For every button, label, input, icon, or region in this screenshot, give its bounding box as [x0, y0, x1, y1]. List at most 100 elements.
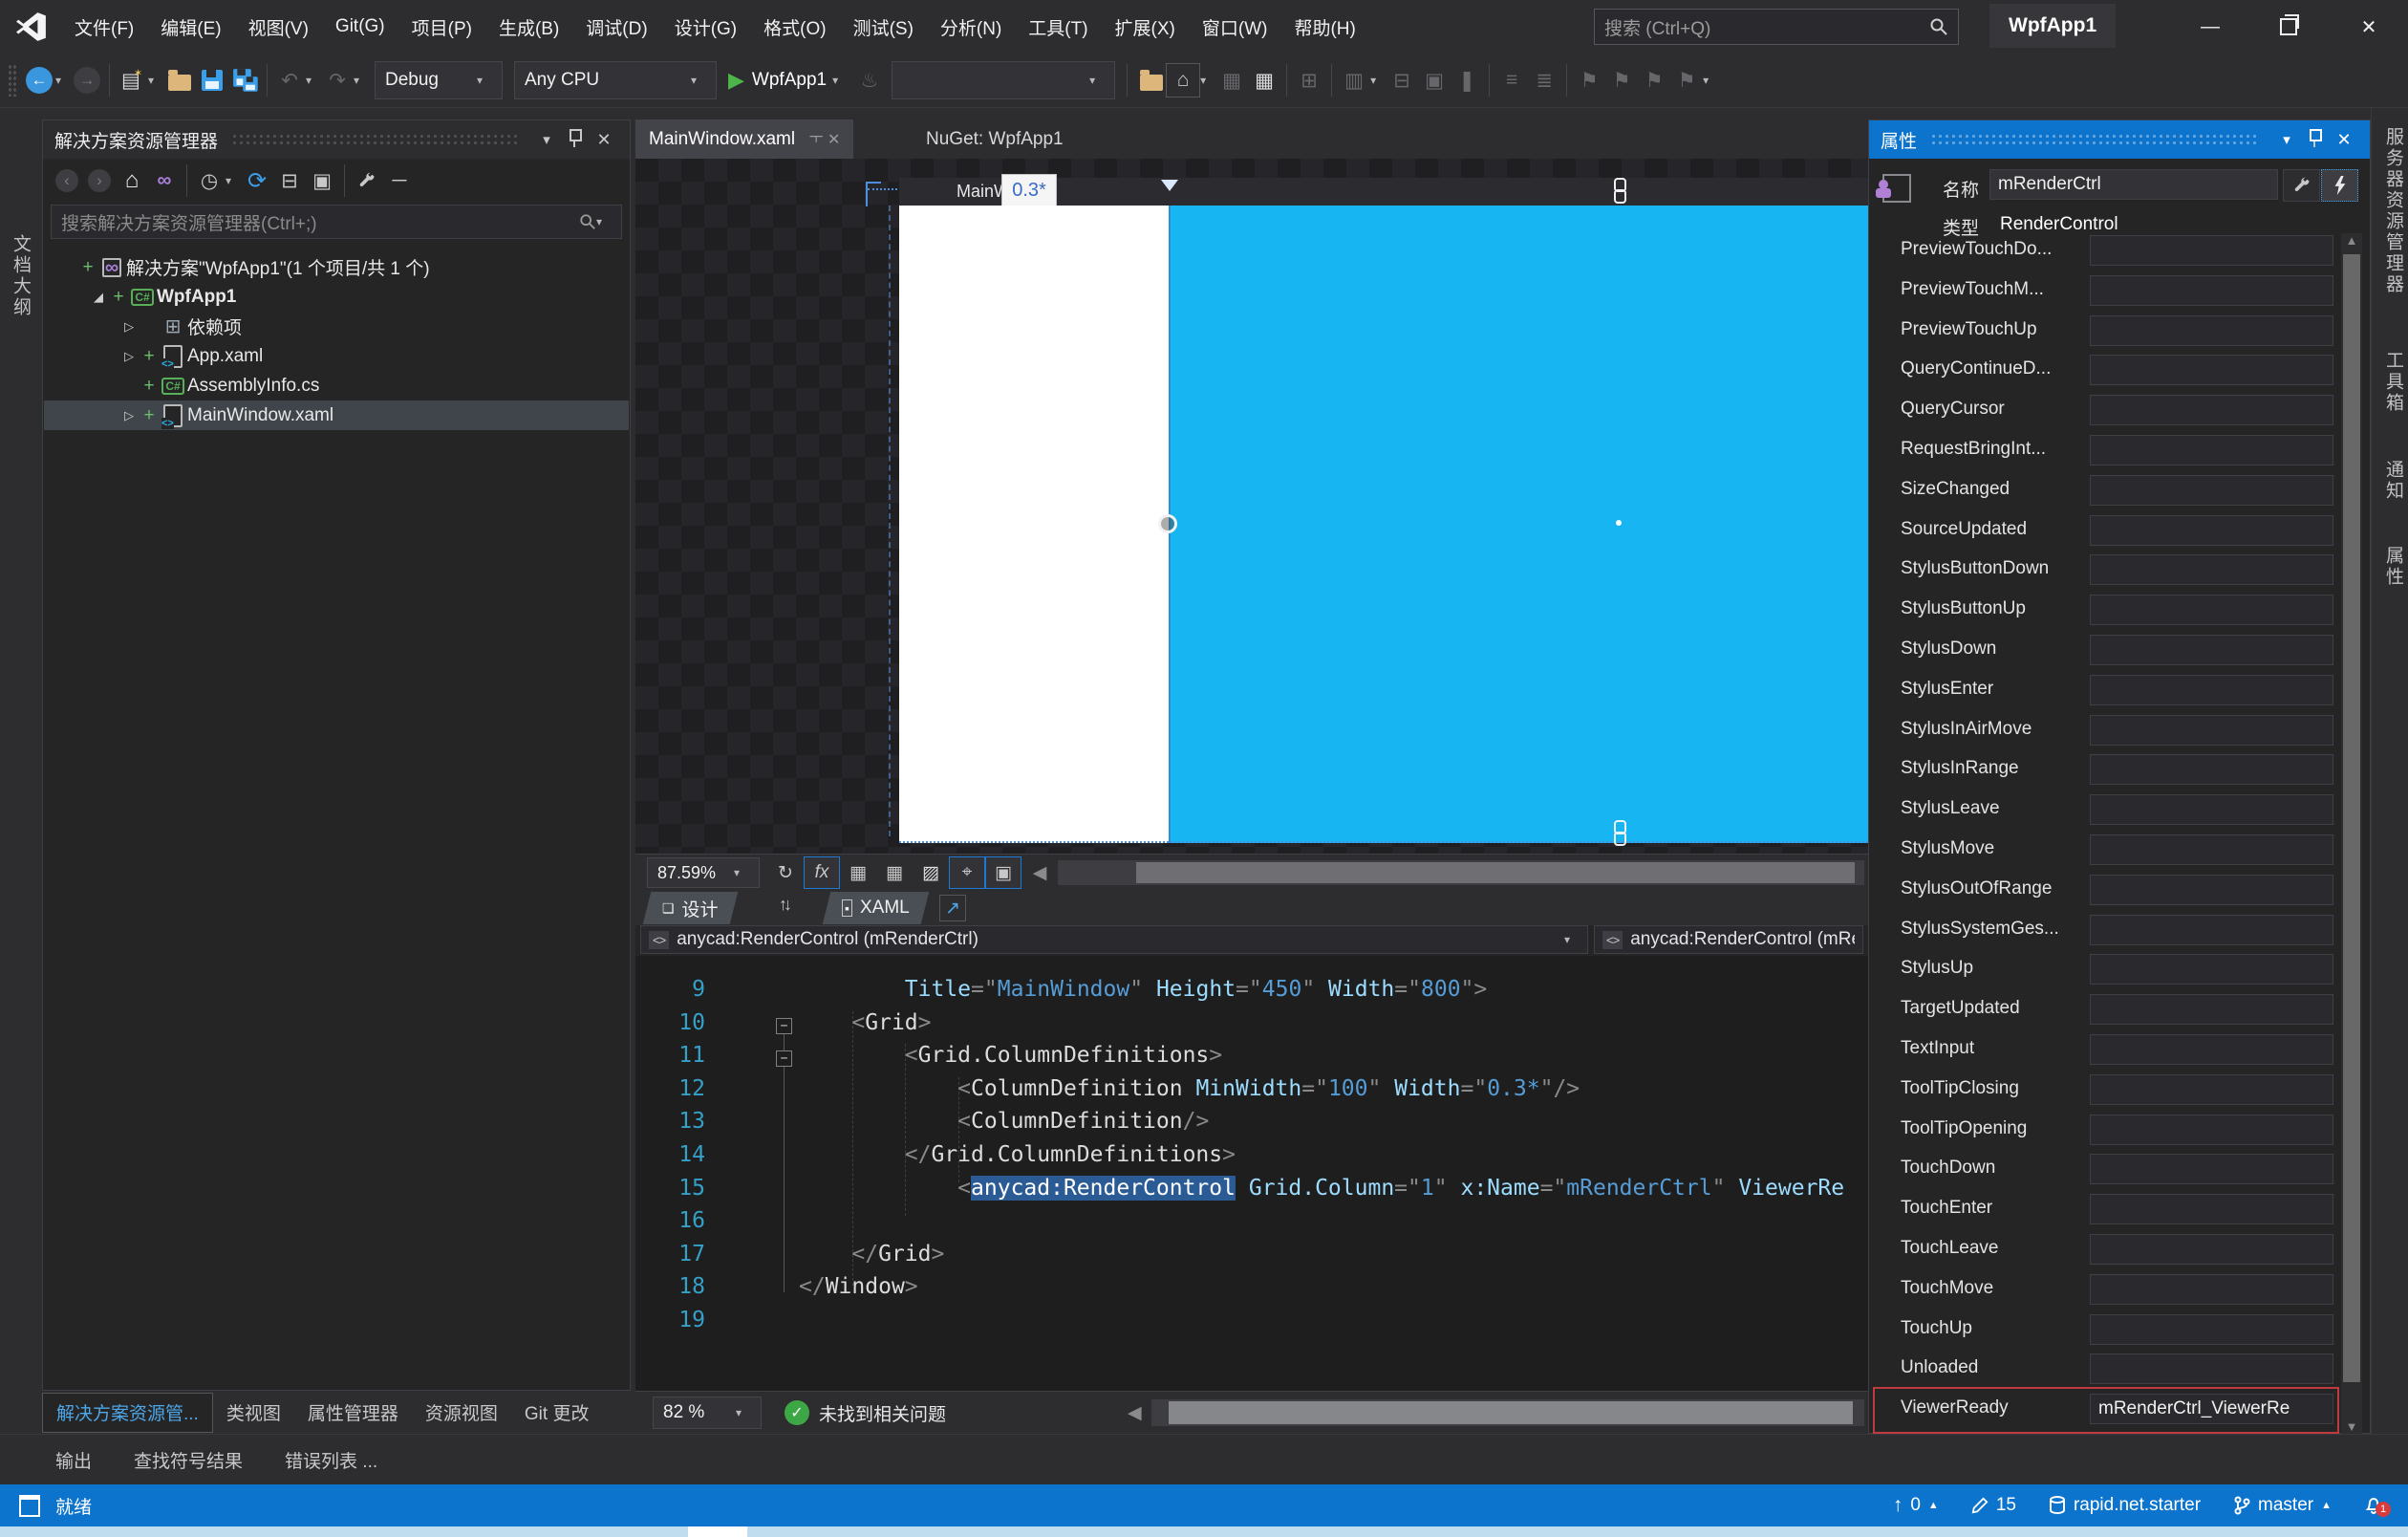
event-handler-input[interactable] [2090, 1074, 2333, 1105]
menu-item[interactable]: 调试(D) [572, 14, 660, 40]
properties-scrollbar[interactable]: ▲ ▼ [2341, 233, 2362, 1434]
right-dock-tab[interactable]: 服务器资源管理器 [2380, 127, 2406, 295]
tree-item[interactable]: ▷+<>MainWindow.xaml [44, 400, 629, 430]
import-grid-icon[interactable]: ▦ [1215, 64, 1248, 97]
solution-explorer-search-input[interactable]: 搜索解决方案资源管理器(Ctrl+;) ▾ [51, 205, 622, 239]
event-handler-input[interactable] [2090, 275, 2333, 306]
xaml-designer-dropdown[interactable]: ▾ [1200, 74, 1215, 87]
event-handler-input[interactable] [2090, 315, 2333, 346]
menu-item[interactable]: 编辑(E) [147, 14, 234, 40]
bottom-anchor-icon[interactable] [1612, 820, 1625, 847]
pin-icon[interactable] [561, 132, 590, 148]
redo-dropdown[interactable]: ▾ [354, 74, 369, 87]
new-file-icon[interactable]: ▤✶ [116, 64, 148, 97]
hscroll-left-icon[interactable]: ◀ [1128, 1402, 1142, 1424]
right-dock-tab[interactable]: 工具箱 [2380, 351, 2406, 414]
notifications-bell-button[interactable]: 1 [2364, 1496, 2383, 1515]
new-item-icon[interactable]: ⊞ [1293, 64, 1325, 97]
xaml-designer-icon[interactable]: ⌂ [1166, 63, 1200, 97]
close-button[interactable]: ✕ [2339, 0, 2398, 54]
show-annotations-icon[interactable]: ▣ [985, 856, 1021, 889]
tree-item[interactable]: +C#AssemblyInfo.cs [44, 371, 629, 400]
undo-dropdown[interactable]: ▾ [306, 74, 321, 87]
render-control-preview[interactable] [1169, 206, 1868, 843]
menu-item[interactable]: 扩展(X) [1102, 14, 1189, 40]
previous-bookmark-icon[interactable]: ⚑ [1605, 64, 1638, 97]
save-icon[interactable] [196, 64, 228, 97]
se-filter-dropdown[interactable]: ▾ [226, 174, 241, 187]
navigate-forward-button[interactable]: → [71, 64, 103, 97]
close-panel-icon[interactable]: ✕ [590, 130, 618, 150]
event-handler-input[interactable] [2090, 675, 2333, 705]
column-width-badge[interactable]: 0.3* [1001, 174, 1057, 206]
se-collapse-all-icon[interactable]: ⊟ [273, 164, 306, 197]
se-sync-with-active-document-icon[interactable]: ▣ [306, 164, 338, 197]
solution-explorer-header[interactable]: 解决方案资源管理器 ▾ ✕ [43, 120, 630, 159]
menu-item[interactable]: 测试(S) [840, 14, 927, 40]
event-handler-input[interactable] [2090, 355, 2333, 385]
event-handler-input[interactable] [2090, 794, 2333, 825]
collapsed-arrow-icon[interactable]: ▷ [118, 349, 140, 364]
event-handler-input[interactable] [2090, 515, 2333, 546]
tool-window-tab[interactable]: 属性管理器 [294, 1394, 412, 1432]
editor-zoom-combo[interactable]: 82 %▾ [653, 1396, 762, 1429]
menu-item[interactable]: 生成(B) [485, 14, 572, 40]
export-grid-icon[interactable]: ▦ [1248, 64, 1280, 97]
designer-hscrollbar-thumb[interactable] [1136, 862, 1855, 883]
tab-xaml[interactable]: ▪XAML [823, 892, 929, 924]
clear-bookmarks-icon[interactable]: ⚑ [1670, 64, 1703, 97]
fold-collapse-icon[interactable]: − [776, 1050, 792, 1067]
repository-button[interactable]: rapid.net.starter [2049, 1495, 2201, 1516]
quick-search-input[interactable]: 搜索 (Ctrl+Q) [1594, 9, 1959, 45]
start-debugging-button[interactable]: ▶ WpfApp1 ▾ [728, 68, 848, 93]
menu-item[interactable]: 视图(V) [235, 14, 322, 40]
top-anchor-icon[interactable] [1612, 178, 1625, 205]
find-in-files-icon[interactable]: ○ [1133, 64, 1166, 97]
collapsed-arrow-icon[interactable]: ▷ [118, 408, 140, 423]
autohide-tab[interactable]: 查找符号结果 [134, 1447, 243, 1473]
breadcrumb-left[interactable]: <> anycad:RenderControl (mRenderCtrl) ▾ [640, 925, 1588, 954]
menu-item[interactable]: 帮助(H) [1280, 14, 1368, 40]
bookmarks-dropdown[interactable]: ▾ [1703, 74, 1718, 87]
pending-edits-button[interactable]: 15 [1971, 1495, 2016, 1516]
snapping-toggle-icon[interactable]: ▨ [913, 856, 949, 889]
fold-collapse-icon[interactable]: − [776, 1018, 792, 1034]
event-handler-input[interactable] [2090, 875, 2333, 905]
minimize-button[interactable]: — [2181, 0, 2240, 54]
undo-icon[interactable]: ↶ [273, 64, 306, 97]
align-left-icon[interactable]: ⊟ [1386, 64, 1418, 97]
menu-item[interactable]: 格式(O) [750, 14, 839, 40]
autohide-tab[interactable]: 输出 [55, 1447, 92, 1473]
toolbar-grip[interactable] [8, 64, 17, 97]
menu-item[interactable]: 分析(N) [927, 14, 1015, 40]
collapsed-arrow-icon[interactable]: ▷ [118, 319, 140, 335]
snap-to-snaplines-icon[interactable]: ⌖ [949, 856, 985, 889]
tool-window-tab[interactable]: 资源视图 [412, 1394, 511, 1432]
menu-item[interactable]: 文件(F) [61, 14, 147, 40]
rotate-handle[interactable] [1158, 514, 1177, 533]
configuration-combo[interactable]: Debug▾ [375, 61, 503, 99]
expanded-arrow-icon[interactable]: ◢ [88, 290, 109, 305]
tab-close-icon[interactable]: ✕ [828, 130, 840, 149]
event-handler-input[interactable] [2090, 554, 2333, 585]
right-dock-tab[interactable]: 属性 [2380, 546, 2406, 588]
event-handler-input[interactable] [2090, 754, 2333, 785]
event-handler-input[interactable] [2090, 395, 2333, 425]
scrollbar-down-icon[interactable]: ▼ [2341, 1419, 2362, 1434]
open-folder-icon[interactable] [163, 64, 196, 97]
next-bookmark-icon[interactable]: ⚑ [1638, 64, 1670, 97]
tree-item[interactable]: ▷+<>App.xaml [44, 341, 629, 371]
refresh-designer-icon[interactable]: ↻ [767, 856, 804, 889]
tree-item[interactable]: +∞解决方案"WpfApp1"(1 个项目/共 1 个) [44, 252, 629, 282]
tab-document-outline[interactable]: 文档大纲 [8, 234, 33, 318]
menu-item[interactable]: 工具(T) [1015, 14, 1101, 40]
scroll-left-icon[interactable]: ◀ [1021, 856, 1058, 889]
column-splitter-handle[interactable] [1161, 180, 1178, 191]
event-handler-input[interactable] [2090, 715, 2333, 746]
tool-window-tab[interactable]: Git 更改 [511, 1394, 603, 1432]
breadcrumb-right[interactable]: <> anycad:RenderControl (mRenderCtr [1594, 925, 1863, 954]
document-tab[interactable]: NuGet: WpfApp1 [913, 119, 1077, 159]
popout-pane-icon[interactable]: ↗ [939, 895, 966, 921]
event-handler-input[interactable] [2090, 595, 2333, 625]
event-handler-input[interactable] [2090, 1274, 2333, 1305]
